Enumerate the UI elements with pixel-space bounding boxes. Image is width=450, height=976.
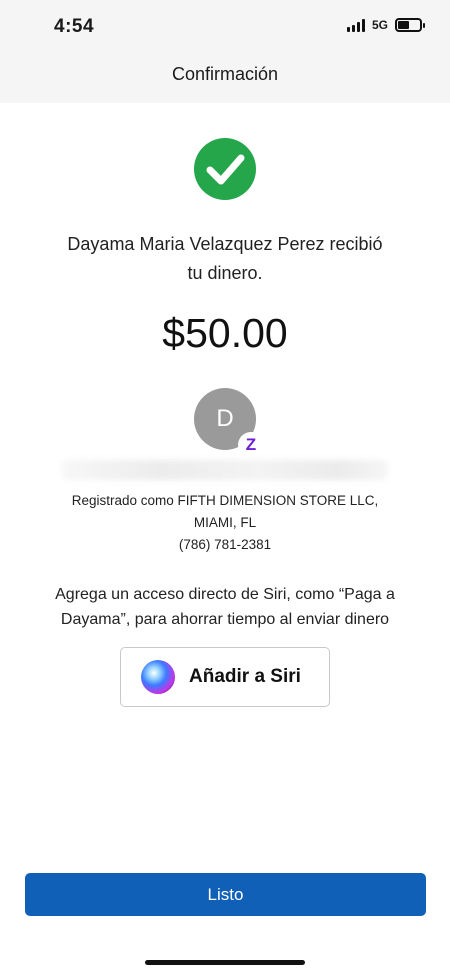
siri-suggestion-line: Dayama”, para ahorrar tiempo al enviar d… <box>60 611 390 628</box>
done-button[interactable]: Listo <box>25 873 426 916</box>
recipient-line: tu dinero. <box>187 263 263 283</box>
add-to-siri-label: Añadir a Siri <box>189 666 301 687</box>
signal-icon <box>346 18 365 32</box>
registration-info: Registrado como FIFTH DIMENSION STORE LL… <box>20 490 430 556</box>
siri-suggestion: Agrega un acceso directo de Siri, como “… <box>25 582 425 632</box>
amount: $50.00 <box>162 310 288 356</box>
checkmark-circle-icon <box>194 138 256 200</box>
siri-icon <box>141 660 175 694</box>
home-indicator[interactable] <box>145 960 305 965</box>
phone-number: (786) 781-2381 <box>178 537 272 552</box>
status-time: 4:54 <box>54 16 95 37</box>
blurred-detail <box>62 460 388 480</box>
page-title: Confirmación <box>171 64 279 84</box>
zelle-icon: Z <box>238 432 264 458</box>
registered-as: Registrado como FIFTH DIMENSION STORE LL… <box>71 493 379 508</box>
recipient-line: Dayama Maria Velazquez Perez recibió <box>67 234 383 254</box>
recipient-message: Dayama Maria Velazquez Perez recibió tu … <box>30 230 420 288</box>
add-to-siri-button[interactable]: Añadir a Siri <box>120 647 330 707</box>
status-indicators: 5G <box>346 18 425 32</box>
city: MIAMI, FL <box>193 515 257 530</box>
top-bar: 4:54 5G Confirmación <box>0 0 450 103</box>
network-label: 5G <box>371 18 388 32</box>
siri-suggestion-line: Agrega un acceso directo de Siri, como “… <box>55 586 395 603</box>
battery-icon <box>395 18 425 32</box>
